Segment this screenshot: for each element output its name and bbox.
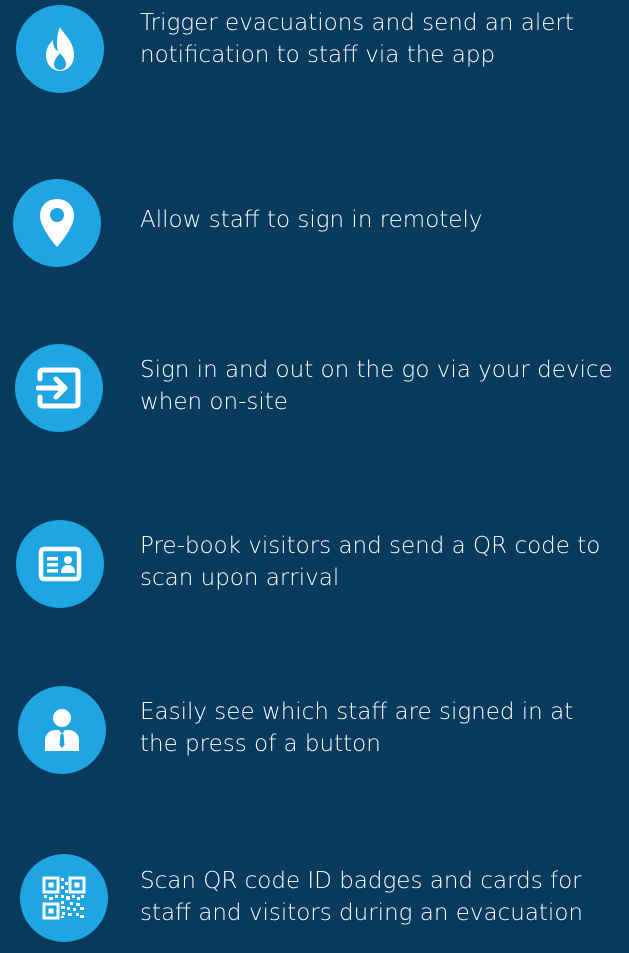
fire-icon: [46, 27, 74, 71]
feature-item-qr-scan: Scan QR code ID badges and cards for sta…: [0, 853, 629, 953]
feature-line: when on-site: [140, 389, 288, 415]
feature-line: the press of a button: [140, 731, 381, 757]
feature-line: Pre-book visitors and send a QR code to: [140, 533, 601, 559]
feature-line: Easily see which staff are signed in at: [140, 699, 574, 725]
qr-code-icon: [42, 876, 86, 920]
feature-line: notification to staff via the app: [140, 42, 496, 68]
feature-line: staff and visitors during an evacuation: [140, 900, 583, 926]
location-pin-icon-circle: [13, 179, 101, 267]
feature-text: Allow staff to sign in remotely: [140, 204, 627, 236]
id-card-icon: [38, 546, 82, 582]
feature-item-evacuation: Trigger evacuations and send an alert no…: [0, 0, 629, 100]
feature-line: Sign in and out on the go via your devic…: [140, 357, 613, 383]
staff-person-icon: [45, 709, 79, 751]
feature-line: scan upon arrival: [140, 565, 340, 591]
location-pin-icon: [40, 199, 74, 247]
feature-line: Allow staff to sign in remotely: [140, 207, 483, 233]
feature-item-pre-book-visitors: Pre-book visitors and send a QR code to …: [0, 518, 629, 618]
feature-text: Pre-book visitors and send a QR code to …: [140, 530, 627, 594]
feature-text: Sign in and out on the go via your devic…: [140, 354, 627, 418]
qr-code-icon-circle: [20, 854, 108, 942]
sign-in-icon-circle: [15, 344, 103, 432]
feature-line: Trigger evacuations and send an alert: [140, 10, 574, 36]
feature-text: Trigger evacuations and send an alert no…: [140, 7, 627, 71]
id-card-icon-circle: [16, 520, 104, 608]
feature-text: Easily see which staff are signed in at …: [140, 696, 627, 760]
fire-icon-circle: [16, 5, 104, 93]
feature-text: Scan QR code ID badges and cards for sta…: [140, 865, 627, 929]
sign-in-icon: [36, 367, 81, 409]
feature-item-staff-status: Easily see which staff are signed in at …: [0, 685, 629, 785]
staff-person-icon-circle: [18, 686, 106, 774]
feature-item-remote-sign-in: Allow staff to sign in remotely: [0, 175, 629, 275]
feature-item-device-sign-in: Sign in and out on the go via your devic…: [0, 342, 629, 442]
feature-line: Scan QR code ID badges and cards for: [140, 868, 582, 894]
